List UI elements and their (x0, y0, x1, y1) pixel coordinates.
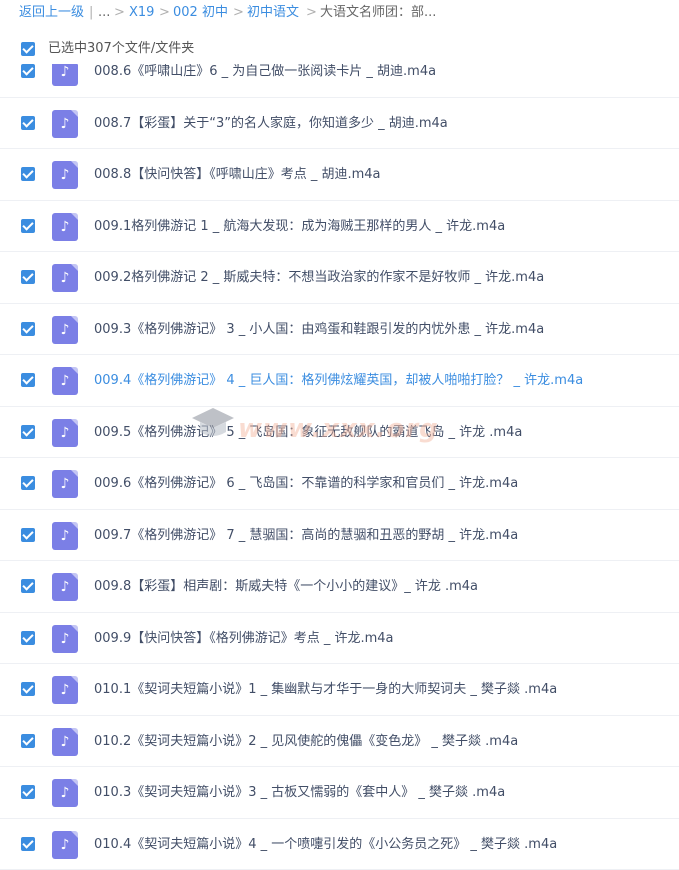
file-row[interactable]: ♪ 009.6《格列佛游记》 6 _ 飞岛国：不靠谱的科学家和官员们 _ 许龙.m… (0, 458, 679, 510)
file-name[interactable]: 010.2《契诃夫短篇小说》2 _ 见风使舵的傀儡《变色龙》 _ 樊子燚 .m4… (94, 716, 518, 767)
file-row[interactable]: ♪ 010.1《契诃夫短篇小说》1 _ 集幽默与才华于一身的大师契诃夫 _ 樊子燚… (0, 664, 679, 716)
file-name[interactable]: 009.6《格列佛游记》 6 _ 飞岛国：不靠谱的科学家和官员们 _ 许龙.m4… (94, 458, 518, 509)
music-note-glyph: ♪ (52, 831, 78, 859)
breadcrumb-chevron-icon: > (306, 0, 317, 26)
file-name[interactable]: 008.8【快问快答】《呼啸山庄》考点 _ 胡迪.m4a (94, 149, 381, 200)
music-note-glyph: ♪ (52, 573, 78, 601)
file-name[interactable]: 009.9【快问快答】《格列佛游记》考点 _ 许龙.m4a (94, 613, 394, 664)
file-row[interactable]: ♪ 009.5《格列佛游记》 5 _ 飞岛国：象征无敌舰队的霸道飞岛 _ 许龙 .… (0, 407, 679, 459)
back-link[interactable]: 返回上一级 (19, 0, 84, 26)
row-checkbox-icon[interactable] (21, 837, 35, 851)
music-note-icon: ♪ (52, 419, 78, 447)
file-row[interactable]: ♪ 009.8【彩蛋】相声剧：斯威夫特《一个小小的建议》_ 许龙 .m4a (0, 561, 679, 613)
breadcrumb-ellipsis[interactable]: ... (98, 0, 110, 26)
file-row[interactable]: ♪ 010.2《契诃夫短篇小说》2 _ 见风使舵的傀儡《变色龙》 _ 樊子燚 .m… (0, 716, 679, 768)
file-name[interactable]: 010.1《契诃夫短篇小说》1 _ 集幽默与才华于一身的大师契诃夫 _ 樊子燚 … (94, 664, 557, 715)
file-name[interactable]: 008.7【彩蛋】关于“3”的名人家庭，你知道多少 _ 胡迪.m4a (94, 98, 448, 149)
row-checkbox-icon[interactable] (21, 64, 35, 78)
file-name[interactable]: 009.4《格列佛游记》 4 _ 巨人国：格列佛炫耀英国，却被人啪啪打脸？ _ … (94, 355, 583, 406)
music-note-glyph: ♪ (52, 316, 78, 344)
music-note-glyph: ♪ (52, 728, 78, 756)
file-name[interactable]: 009.1格列佛游记 1 _ 航海大发现：成为海贼王那样的男人 _ 许龙.m4a (94, 201, 505, 252)
row-checkbox-icon[interactable] (21, 373, 35, 387)
music-note-glyph: ♪ (52, 367, 78, 395)
row-checkbox-icon[interactable] (21, 476, 35, 490)
row-checkbox-icon[interactable] (21, 631, 35, 645)
row-checkbox-icon[interactable] (21, 579, 35, 593)
music-note-icon: ♪ (52, 161, 78, 189)
row-checkbox-icon[interactable] (21, 734, 35, 748)
music-note-glyph: ♪ (52, 264, 78, 292)
file-row[interactable]: ♪ 009.4《格列佛游记》 4 _ 巨人国：格列佛炫耀英国，却被人啪啪打脸？ _… (0, 355, 679, 407)
music-note-glyph: ♪ (52, 676, 78, 704)
music-note-glyph: ♪ (52, 213, 78, 241)
music-note-icon: ♪ (52, 728, 78, 756)
music-note-icon: ♪ (52, 573, 78, 601)
file-name[interactable]: 009.3《格列佛游记》 3 _ 小人国：由鸡蛋和鞋跟引发的内忧外患 _ 许龙.… (94, 304, 544, 355)
music-note-glyph: ♪ (52, 161, 78, 189)
file-name[interactable]: 009.5《格列佛游记》 5 _ 飞岛国：象征无敌舰队的霸道飞岛 _ 许龙 .m… (94, 407, 522, 458)
row-checkbox-icon[interactable] (21, 425, 35, 439)
row-checkbox-icon[interactable] (21, 116, 35, 130)
music-note-glyph: ♪ (52, 110, 78, 138)
file-row[interactable]: ♪ 010.4《契诃夫短篇小说》4 _ 一个喷嚏引发的《小公务员之死》 _ 樊子燚… (0, 819, 679, 870)
breadcrumb-item-middle-school[interactable]: 002 初中 (173, 0, 228, 26)
music-note-icon: ♪ (52, 522, 78, 550)
music-note-icon: ♪ (52, 779, 78, 807)
file-name[interactable]: 009.8【彩蛋】相声剧：斯威夫特《一个小小的建议》_ 许龙 .m4a (94, 561, 478, 612)
selection-count: 已选中307个文件/文件夹 (48, 34, 194, 64)
row-checkbox-icon[interactable] (21, 167, 35, 181)
music-note-glyph: ♪ (52, 779, 78, 807)
music-note-icon: ♪ (52, 110, 78, 138)
music-note-icon: ♪ (52, 367, 78, 395)
breadcrumb-chevron-icon: > (233, 0, 244, 26)
breadcrumb: 返回上一级 | ... > X19 > 002 初中 > 初中语文 > 大语文名… (0, 0, 679, 26)
row-checkbox-icon[interactable] (21, 528, 35, 542)
row-checkbox-icon[interactable] (21, 322, 35, 336)
breadcrumb-current: 大语文名师团：部... (320, 0, 436, 26)
file-name[interactable]: 010.3《契诃夫短篇小说》3 _ 古板又懦弱的《套中人》 _ 樊子燚 .m4a (94, 767, 505, 818)
breadcrumb-separator: | (89, 0, 93, 26)
music-note-glyph: ♪ (52, 625, 78, 653)
file-row[interactable]: ♪ 010.3《契诃夫短篇小说》3 _ 古板又懦弱的《套中人》 _ 樊子燚 .m4… (0, 767, 679, 819)
file-list: ♪008.6《呼啸山庄》6 _ 为自己做一张阅读卡片 _ 胡迪.m4a♪008.… (0, 46, 679, 870)
file-row[interactable]: ♪ 008.7【彩蛋】关于“3”的名人家庭，你知道多少 _ 胡迪.m4a (0, 98, 679, 150)
file-row[interactable]: ♪ 009.7《格列佛游记》 7 _ 慧骃国：高尚的慧骃和丑恶的野胡 _ 许龙.m… (0, 510, 679, 562)
breadcrumb-item-x19[interactable]: X19 (129, 0, 154, 26)
select-all-checkbox-icon[interactable] (21, 42, 35, 56)
breadcrumb-item-chinese[interactable]: 初中语文 (247, 0, 299, 26)
music-note-glyph: ♪ (52, 419, 78, 447)
music-note-icon: ♪ (52, 676, 78, 704)
row-checkbox-icon[interactable] (21, 682, 35, 696)
music-note-icon: ♪ (52, 470, 78, 498)
selection-bar: 已选中307个文件/文件夹 (0, 34, 679, 64)
file-name[interactable]: 010.4《契诃夫短篇小说》4 _ 一个喷嚏引发的《小公务员之死》 _ 樊子燚 … (94, 819, 557, 870)
music-note-icon: ♪ (52, 264, 78, 292)
row-checkbox-icon[interactable] (21, 219, 35, 233)
file-row[interactable]: ♪ 009.1格列佛游记 1 _ 航海大发现：成为海贼王那样的男人 _ 许龙.m4… (0, 201, 679, 253)
breadcrumb-chevron-icon: > (159, 0, 170, 26)
row-checkbox-icon[interactable] (21, 785, 35, 799)
music-note-icon: ♪ (52, 831, 78, 859)
file-row[interactable]: ♪ 009.9【快问快答】《格列佛游记》考点 _ 许龙.m4a (0, 613, 679, 665)
file-row[interactable]: ♪ 009.3《格列佛游记》 3 _ 小人国：由鸡蛋和鞋跟引发的内忧外患 _ 许龙… (0, 304, 679, 356)
music-note-glyph: ♪ (52, 470, 78, 498)
music-note-icon: ♪ (52, 213, 78, 241)
file-name[interactable]: 009.2格列佛游记 2 _ 斯威夫特：不想当政治家的作家不是好牧师 _ 许龙.… (94, 252, 544, 303)
music-note-glyph: ♪ (52, 522, 78, 550)
file-name[interactable]: 009.7《格列佛游记》 7 _ 慧骃国：高尚的慧骃和丑恶的野胡 _ 许龙.m4… (94, 510, 518, 561)
music-note-icon: ♪ (52, 316, 78, 344)
file-row[interactable]: ♪ 009.2格列佛游记 2 _ 斯威夫特：不想当政治家的作家不是好牧师 _ 许龙… (0, 252, 679, 304)
file-row[interactable]: ♪ 008.8【快问快答】《呼啸山庄》考点 _ 胡迪.m4a (0, 149, 679, 201)
row-checkbox-icon[interactable] (21, 270, 35, 284)
music-note-icon: ♪ (52, 625, 78, 653)
breadcrumb-chevron-icon: > (114, 0, 125, 26)
